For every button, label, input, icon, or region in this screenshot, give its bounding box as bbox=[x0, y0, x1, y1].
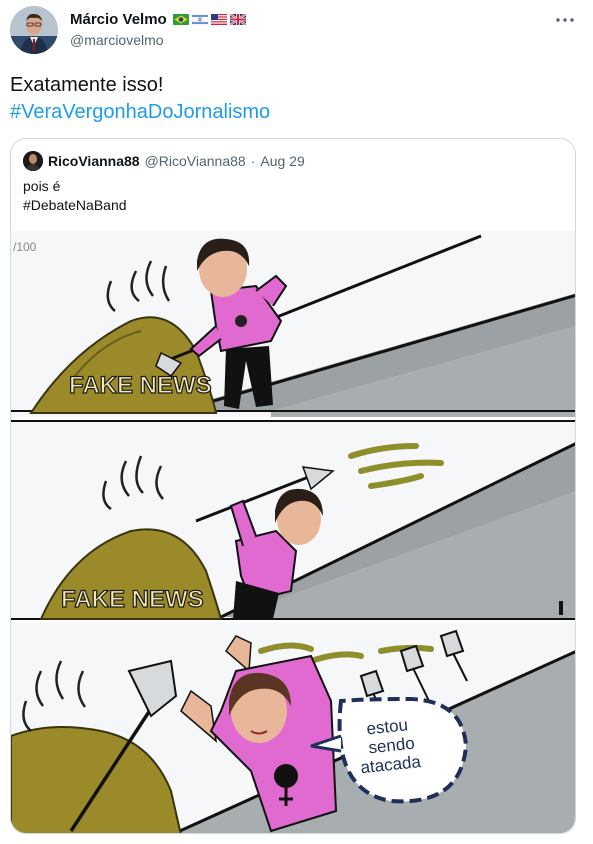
panel2-label: FAKE NEWS bbox=[61, 586, 204, 613]
quoted-hashtag: #DebateNaBand bbox=[23, 197, 127, 213]
comic-panel-3: estou sendo atacada bbox=[11, 623, 575, 833]
tweet-body: Exatamente isso! #VeraVergonhaDoJornalis… bbox=[10, 72, 580, 126]
panel1-label: FAKE NEWS bbox=[69, 372, 212, 399]
israel-flag-icon bbox=[191, 13, 208, 25]
comic-panel-1: /100 FAKE NEWS bbox=[11, 231, 575, 417]
separator-dot: · bbox=[250, 153, 256, 169]
more-options-icon[interactable] bbox=[553, 10, 577, 30]
quoted-author-name[interactable]: RicoVianna88 bbox=[48, 153, 140, 169]
uk-flag-icon bbox=[229, 13, 246, 25]
quoted-comic-image[interactable]: /100 FAKE NEWS FAKE NEWS estou sendo ata… bbox=[11, 231, 575, 833]
quoted-tweet-header: RicoVianna88 @RicoVianna88 · Aug 29 bbox=[23, 151, 305, 171]
author-handle[interactable]: @marciovelmo bbox=[70, 32, 246, 48]
quoted-author-handle[interactable]: @RicoVianna88 bbox=[145, 153, 246, 169]
tweet-hashtag-link[interactable]: #VeraVergonhaDoJornalismo bbox=[10, 99, 580, 126]
quoted-text-line: pois é bbox=[23, 178, 61, 194]
tweet-header: Márcio Velmo @marciovelmo bbox=[10, 6, 585, 58]
usa-flag-icon bbox=[210, 13, 227, 25]
flag-emojis bbox=[172, 13, 246, 25]
author-name[interactable]: Márcio Velmo bbox=[70, 11, 167, 28]
quoted-tweet[interactable]: RicoVianna88 @RicoVianna88 · Aug 29 pois… bbox=[10, 138, 576, 834]
quoted-author-avatar[interactable] bbox=[23, 151, 43, 171]
quoted-text: pois é #DebateNaBand bbox=[23, 177, 127, 215]
brazil-flag-icon bbox=[172, 13, 189, 25]
comic-corner-text: /100 bbox=[13, 240, 37, 254]
author-avatar[interactable] bbox=[10, 6, 58, 54]
quoted-date[interactable]: Aug 29 bbox=[260, 153, 304, 169]
comic-panel-2: FAKE NEWS bbox=[11, 420, 575, 620]
tweet-text: Exatamente isso! bbox=[10, 74, 164, 96]
